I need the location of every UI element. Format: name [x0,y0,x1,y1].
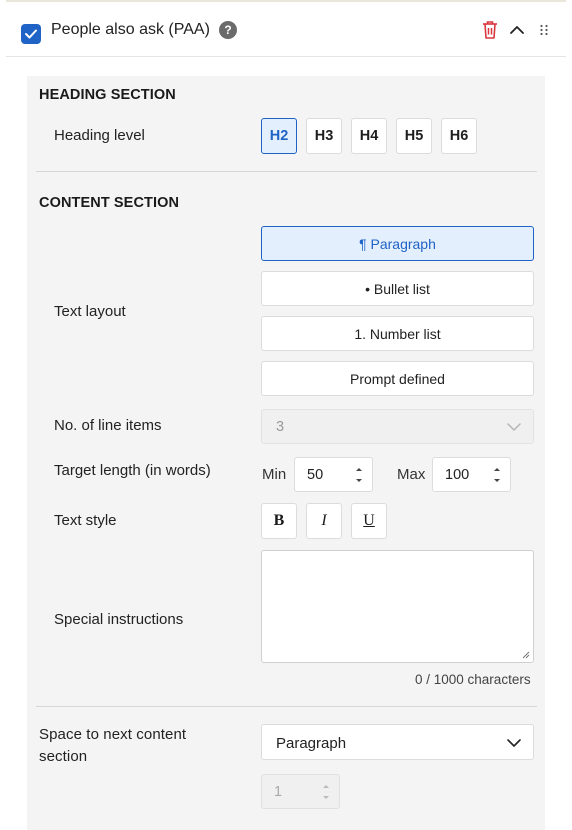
layout-paragraph-button[interactable]: ¶ Paragraph [261,226,534,261]
spacing-label-line1: Space to next content [39,726,187,743]
stepper-arrows-icon[interactable] [354,464,364,486]
character-counter: 0 / 1000 characters [415,672,531,687]
heading-level-label: Heading level [54,127,145,144]
chevron-down-icon [507,423,521,431]
min-words-value: 50 [307,467,324,483]
check-icon [25,29,37,39]
question-circle-icon[interactable]: ? [219,21,237,39]
heading-level-h4-button[interactable]: H4 [351,118,387,154]
stepper-arrows-icon[interactable] [492,464,502,486]
top-divider [6,0,566,2]
bold-button[interactable]: B [261,503,297,539]
italic-button[interactable]: I [306,503,342,539]
line-items-value: 3 [276,419,285,435]
header-divider [6,56,566,57]
drag-handle-icon[interactable] [539,24,549,36]
heading-level-h3-button[interactable]: H3 [306,118,342,154]
spacing-select[interactable]: Paragraph [261,724,534,760]
min-label: Min [262,466,287,483]
section-title: People also ask (PAA) [51,21,210,38]
special-instructions-label: Special instructions [54,611,184,628]
chevron-down-icon [507,739,521,747]
heading-level-h2-button[interactable]: H2 [261,118,297,154]
trash-icon[interactable] [482,20,498,40]
underline-button[interactable]: U [351,503,387,539]
text-layout-label: Text layout [54,303,126,320]
include-checkbox[interactable] [21,24,41,44]
layout-bullet-list-button[interactable]: • Bullet list [261,271,534,306]
layout-prompt-defined-button[interactable]: Prompt defined [261,361,534,396]
spacing-count-input[interactable]: 1 [261,774,340,809]
heading-section-title: HEADING SECTION [39,87,176,103]
max-words-input[interactable]: 100 [432,457,511,492]
spacing-count-value: 1 [274,784,283,800]
line-items-select[interactable]: 3 [261,409,534,444]
chevron-up-icon[interactable] [509,22,525,38]
settings-panel [27,76,545,830]
special-instructions-textarea[interactable] [261,550,534,663]
section-header: People also ask (PAA) ? [0,6,572,56]
heading-level-h6-button[interactable]: H6 [441,118,477,154]
content-section-title: CONTENT SECTION [39,195,180,211]
max-label: Max [397,466,426,483]
heading-level-h5-button[interactable]: H5 [396,118,432,154]
spacing-label-line2: section [39,748,88,765]
max-words-value: 100 [445,467,470,483]
spacing-selected-value: Paragraph [276,735,347,752]
section-divider [36,706,537,707]
layout-number-list-button[interactable]: 1. Number list [261,316,534,351]
resize-grip-icon[interactable] [520,649,530,659]
text-style-label: Text style [54,512,117,529]
section-divider [36,171,537,172]
min-words-input[interactable]: 50 [294,457,373,492]
line-items-label: No. of line items [54,417,162,434]
stepper-arrows-icon [323,785,329,799]
target-length-label: Target length (in words) [54,462,211,479]
